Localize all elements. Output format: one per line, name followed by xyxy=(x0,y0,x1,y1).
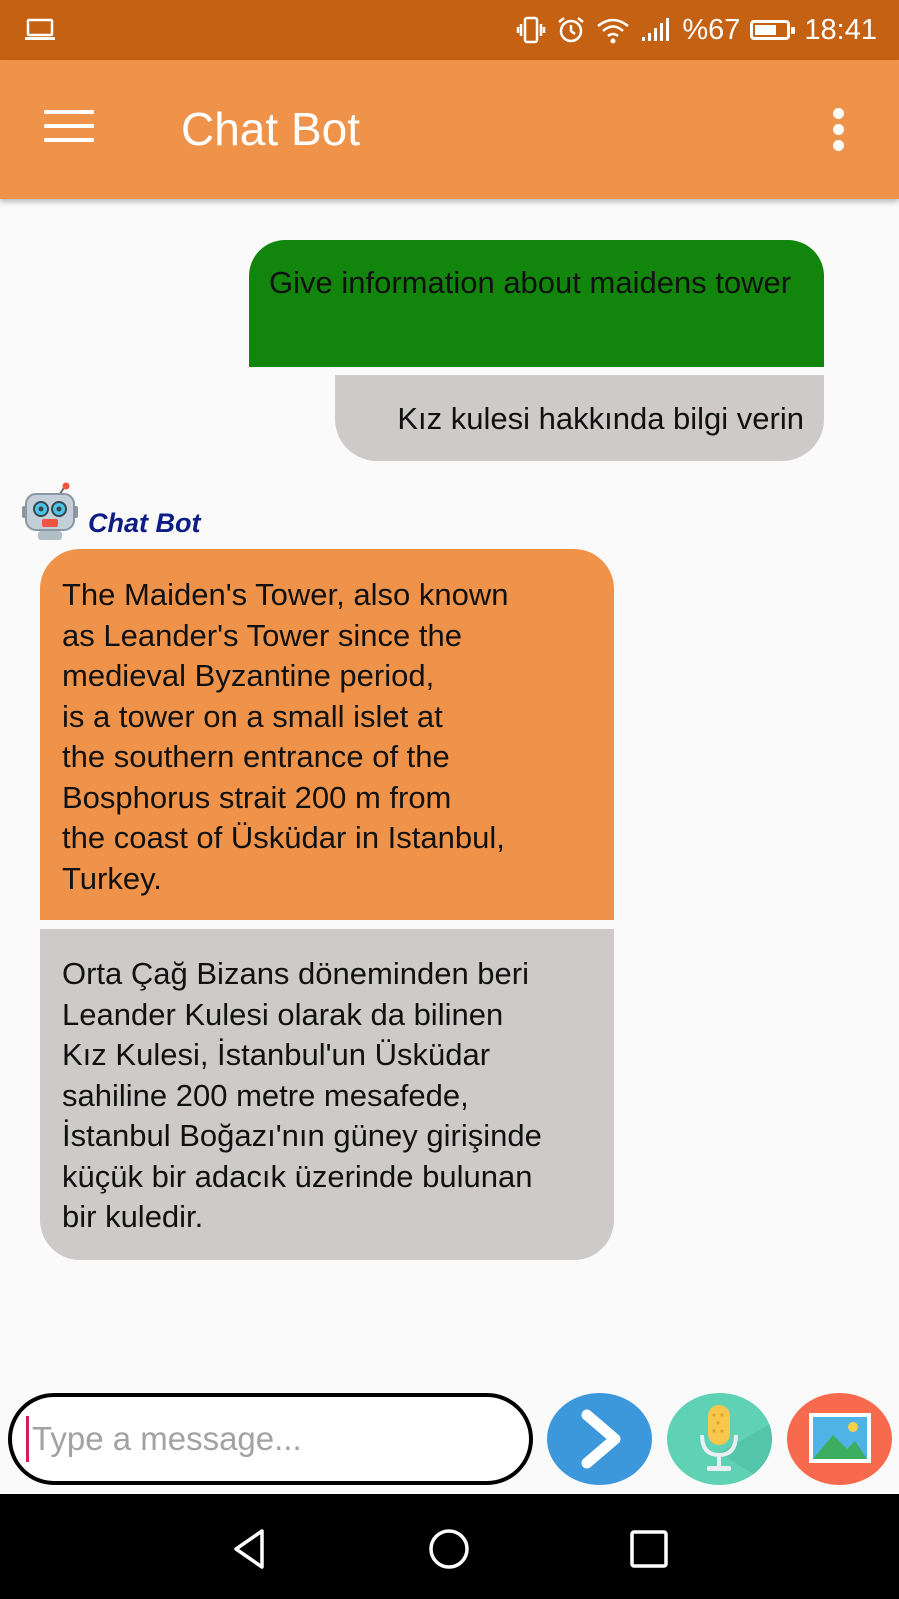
battery-icon xyxy=(750,20,796,40)
bot-name-label: Chat Bot xyxy=(88,508,201,538)
alarm-icon xyxy=(558,17,585,43)
recents-icon[interactable] xyxy=(624,1524,674,1574)
robot-avatar-icon xyxy=(22,482,78,540)
chat-screen: %67 18:41 Chat Bot Give information abou… xyxy=(0,0,899,1599)
signal-icon xyxy=(642,18,670,41)
app-bar: Chat Bot xyxy=(0,60,899,199)
app-title: Chat Bot xyxy=(181,103,360,155)
wifi-icon xyxy=(597,18,630,44)
status-bar: %67 18:41 xyxy=(0,0,899,60)
chat-messages: Give information about maidens tower Kız… xyxy=(0,199,899,1389)
image-icon xyxy=(809,1413,871,1463)
microphone-icon xyxy=(700,1405,772,1485)
back-icon[interactable] xyxy=(224,1524,274,1574)
user-message-bubble: Give information about maidens tower xyxy=(249,240,824,367)
laptop-icon xyxy=(25,18,55,40)
message-input[interactable] xyxy=(30,1407,514,1471)
home-icon[interactable] xyxy=(424,1524,474,1574)
text-caret xyxy=(26,1416,29,1462)
bot-message-bubble: The Maiden's Tower, also known as Leande… xyxy=(40,549,614,920)
menu-icon[interactable] xyxy=(44,110,94,148)
vibrate-icon xyxy=(517,16,546,44)
send-button[interactable] xyxy=(547,1393,652,1485)
bot-message-translation: Orta Çağ Bizans döneminden beri Leander … xyxy=(40,929,614,1260)
more-vert-icon[interactable] xyxy=(831,108,845,152)
navigation-bar xyxy=(0,1494,899,1599)
message-input-wrapper[interactable] xyxy=(8,1393,533,1485)
user-message-translation: Kız kulesi hakkında bilgi verin xyxy=(335,375,824,461)
send-arrow-icon xyxy=(581,1409,621,1469)
microphone-button[interactable] xyxy=(667,1393,772,1485)
battery-percent: %67 xyxy=(682,13,741,46)
status-time: 18:41 xyxy=(804,13,877,46)
image-button[interactable] xyxy=(787,1393,892,1485)
